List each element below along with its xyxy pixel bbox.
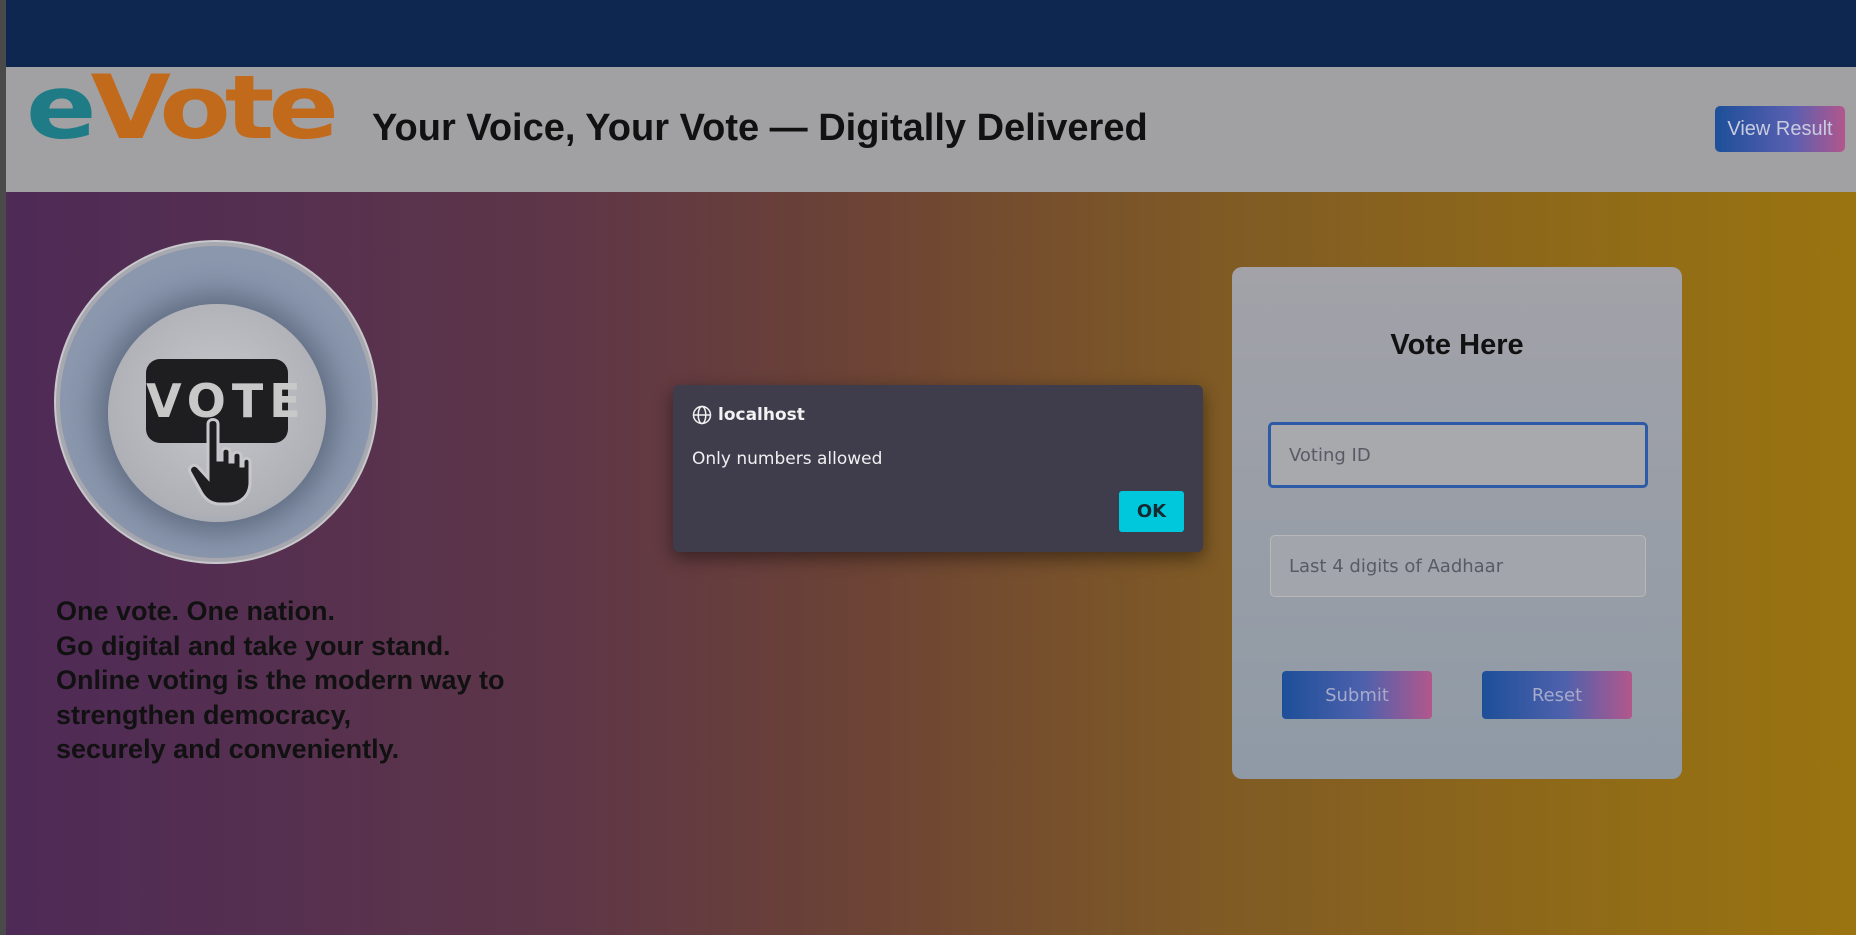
slogan-line: Go digital and take your stand. xyxy=(56,630,451,661)
vote-illustration: VOTE xyxy=(56,242,376,562)
globe-icon xyxy=(692,405,712,425)
hero-section: VOTE One vote. One nation. Go digital an… xyxy=(6,192,1856,935)
hero-slogan: One vote. One nation. Go digital and tak… xyxy=(56,594,505,767)
slogan-line: securely and conveniently. xyxy=(56,734,400,764)
evote-logo[interactable]: eVote xyxy=(26,63,339,151)
submit-button[interactable]: Submit xyxy=(1282,671,1432,719)
alert-dialog: localhost Only numbers allowed OK xyxy=(673,385,1203,552)
vote-form-title: Vote Here xyxy=(1390,329,1524,361)
vote-form-card: Vote Here Submit Reset xyxy=(1232,267,1682,779)
logo-vote: Vote xyxy=(90,55,339,160)
view-result-button[interactable]: View Result xyxy=(1715,106,1845,152)
dialog-origin: localhost xyxy=(718,405,805,425)
ok-button[interactable]: OK xyxy=(1119,491,1184,532)
site-header: eVote Your Voice, Your Vote — Digitally … xyxy=(6,63,1856,192)
voting-id-input[interactable] xyxy=(1268,422,1648,488)
aadhaar-input[interactable] xyxy=(1270,535,1646,597)
dialog-message: Only numbers allowed xyxy=(692,449,883,469)
reset-button[interactable]: Reset xyxy=(1482,671,1632,719)
page: eVote Your Voice, Your Vote — Digitally … xyxy=(6,0,1856,935)
vote-illustration-inner: VOTE xyxy=(108,304,326,522)
logo-e: e xyxy=(26,55,97,160)
slogan-line: Online voting is the modern way to xyxy=(56,665,505,695)
hand-pointer-icon xyxy=(188,418,252,506)
page-tagline: Your Voice, Your Vote — Digitally Delive… xyxy=(372,107,1148,149)
slogan-line: strengthen democracy, xyxy=(56,699,352,730)
slogan-line: One vote. One nation. xyxy=(56,596,336,626)
